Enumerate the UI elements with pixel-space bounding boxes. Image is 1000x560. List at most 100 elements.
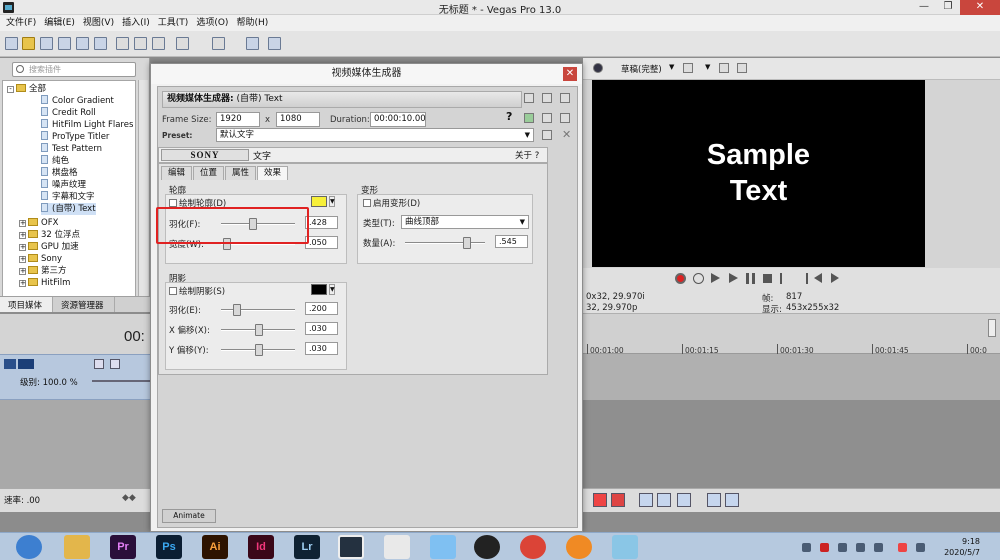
tray-icon[interactable] <box>820 543 829 552</box>
pause-button[interactable] <box>746 273 755 284</box>
menu-help[interactable]: 帮助(H) <box>234 15 274 31</box>
shadow-color-swatch[interactable] <box>311 284 327 295</box>
frame-height-input[interactable]: 1080 <box>276 112 320 127</box>
clock[interactable]: 9:18 2020/5/7 <box>944 536 980 558</box>
tree-item[interactable]: 字幕和文字 <box>41 191 95 203</box>
track-motion-icon[interactable] <box>94 359 104 369</box>
shadow-y-offset-slider[interactable] <box>221 344 295 356</box>
tree-scrollbar[interactable] <box>138 80 148 306</box>
tray-icon[interactable] <box>838 543 847 552</box>
vertical-scrollbar[interactable] <box>988 319 996 337</box>
overlay-icon[interactable] <box>683 63 693 73</box>
track-area-empty[interactable] <box>583 400 1000 488</box>
app-icon[interactable] <box>430 535 456 559</box>
volume-icon[interactable] <box>874 543 883 552</box>
tray-icon[interactable] <box>802 543 811 552</box>
tree-item[interactable]: Test Pattern <box>41 143 102 155</box>
play-button[interactable] <box>729 273 738 283</box>
tree-item[interactable]: Credit Roll <box>41 107 96 119</box>
menu-insert[interactable]: 插入(I) <box>120 15 156 31</box>
app-icon[interactable] <box>612 535 638 559</box>
slider-thumb[interactable] <box>233 304 241 316</box>
paste-icon[interactable] <box>152 37 165 50</box>
chevron-down-icon[interactable]: ▼ <box>329 196 335 207</box>
start-button[interactable] <box>16 535 42 559</box>
app-icon[interactable] <box>384 535 410 559</box>
video-track-header[interactable]: 级别: 100.0 % <box>0 354 150 400</box>
enable-deform-checkbox[interactable]: 启用变形(D) <box>363 197 420 209</box>
deform-amount-value[interactable]: .545 <box>495 235 528 248</box>
save-snapshot-icon[interactable] <box>737 63 747 73</box>
region-icon[interactable] <box>611 493 625 507</box>
redo-icon[interactable] <box>212 37 225 50</box>
delete-preset-icon[interactable]: ✕ <box>562 128 571 141</box>
tab-effects[interactable]: 效果 <box>257 166 289 180</box>
save-preset-icon[interactable] <box>542 130 552 140</box>
shadow-feather-slider[interactable] <box>221 304 295 316</box>
qq-icon[interactable] <box>474 535 500 559</box>
play-start-button[interactable] <box>711 273 720 283</box>
envelope-tool-icon[interactable] <box>657 493 671 507</box>
indesign-icon[interactable]: Id <box>248 535 274 559</box>
prev-frame-button[interactable] <box>814 273 822 283</box>
maximize-button[interactable]: ❐ <box>936 0 960 15</box>
keyframe-icon[interactable] <box>560 113 570 123</box>
preset-select[interactable]: 默认文字 ▼ <box>216 128 534 142</box>
dialog-close-button[interactable]: ✕ <box>563 67 577 81</box>
chrome-icon[interactable] <box>520 535 546 559</box>
shadow-feather-value[interactable]: .200 <box>305 302 338 315</box>
minimize-button[interactable]: — <box>912 0 936 15</box>
slider-thumb[interactable] <box>255 324 263 336</box>
chevron-down-icon[interactable]: ▼ <box>705 63 710 71</box>
menu-options[interactable]: 选项(O) <box>194 15 234 31</box>
help-pointer-icon[interactable] <box>268 37 281 50</box>
save-icon[interactable] <box>542 113 552 123</box>
go-to-start-button[interactable] <box>780 273 791 284</box>
lock-envelopes-icon[interactable] <box>725 493 739 507</box>
tree-item[interactable]: + Sony <box>19 253 62 265</box>
lightroom-icon[interactable]: Lr <box>294 535 320 559</box>
outline-color-swatch[interactable] <box>311 196 327 207</box>
tree-item-all[interactable]: - 全部 <box>7 83 46 95</box>
menu-tools[interactable]: 工具(T) <box>156 15 195 31</box>
copy-snapshot-icon[interactable] <box>719 63 729 73</box>
app-icon[interactable] <box>566 535 592 559</box>
plugin-search-input[interactable]: 搜索插件 <box>12 62 136 77</box>
close-window-button[interactable]: ✕ <box>960 0 1000 15</box>
auto-ripple-icon[interactable] <box>707 493 721 507</box>
new-project-icon[interactable] <box>5 37 18 50</box>
about-link[interactable]: 关于 ? <box>515 149 539 161</box>
render-icon[interactable] <box>76 37 89 50</box>
go-to-end-button[interactable] <box>797 273 808 284</box>
undo-icon[interactable] <box>176 37 189 50</box>
tree-item[interactable]: +32 位浮点 <box>19 229 80 241</box>
tree-item[interactable]: + HitFilm <box>19 277 70 289</box>
chain-icon[interactable] <box>542 93 552 103</box>
next-frame-button[interactable] <box>831 273 839 283</box>
copy-icon[interactable] <box>134 37 147 50</box>
deform-amount-slider[interactable] <box>405 237 485 249</box>
track-fx-icon[interactable] <box>110 359 120 369</box>
frame-width-input[interactable]: 1920 <box>216 112 260 127</box>
tab-position[interactable]: 位置 <box>193 166 225 180</box>
tree-item[interactable]: ProType Titler <box>41 131 109 143</box>
chevron-down-icon[interactable]: ▼ <box>669 63 674 71</box>
slider-thumb[interactable] <box>463 237 471 249</box>
tree-item[interactable]: Color Gradient <box>41 95 114 107</box>
tab-explorer[interactable]: 资源管理器 <box>53 297 115 312</box>
outline-feather-value[interactable]: .428 <box>305 216 338 229</box>
tree-item-selected[interactable]: (自带) Text <box>41 203 96 215</box>
tree-item[interactable]: + 第三方 <box>19 265 67 277</box>
preview-quality-select[interactable]: 草稿(完整) <box>621 63 662 75</box>
photoshop-icon[interactable]: Ps <box>156 535 182 559</box>
level-slider[interactable] <box>92 380 150 382</box>
loop-button[interactable] <box>693 273 704 284</box>
tree-item[interactable]: + GPU 加速 <box>19 241 79 253</box>
cut-icon[interactable] <box>116 37 129 50</box>
tab-properties[interactable]: 属性 <box>225 166 257 180</box>
menu-file[interactable]: 文件(F) <box>4 15 42 31</box>
save-icon[interactable] <box>40 37 53 50</box>
duration-input[interactable]: 00:00:10.00 <box>370 112 426 127</box>
preview-settings-icon[interactable] <box>593 63 603 73</box>
shadow-y-offset-value[interactable]: .030 <box>305 342 338 355</box>
